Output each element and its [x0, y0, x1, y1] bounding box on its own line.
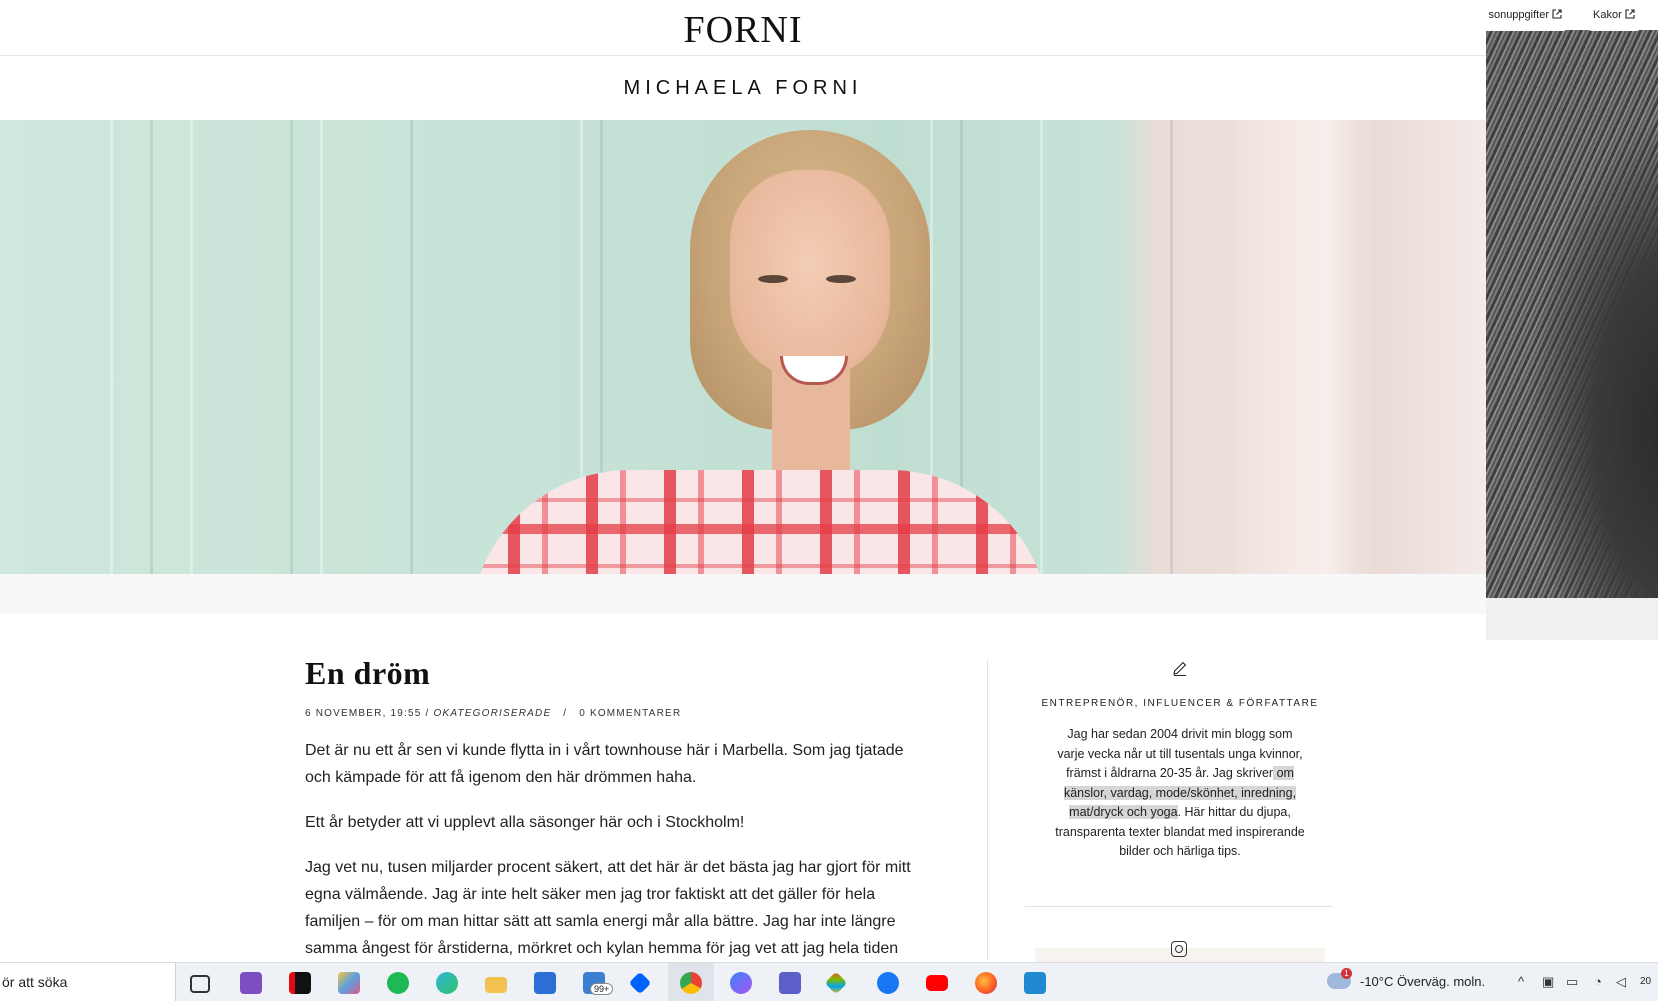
meet-now-icon[interactable]: ▣ [1542, 974, 1554, 990]
clock[interactable]: 20 [1640, 976, 1651, 987]
plaid-dress [470, 470, 1050, 574]
external-link-icon [1552, 9, 1562, 19]
column-divider [987, 660, 988, 960]
facebook-icon[interactable] [877, 972, 899, 994]
bw-hair-photo [1486, 30, 1658, 598]
weather-alert-badge: 1 [1341, 968, 1352, 979]
pencil-icon [1173, 661, 1187, 677]
post-paragraph-3: Jag vet nu, tusen miljarder procent säke… [305, 859, 911, 957]
cookies-link-label: Kakor [1593, 9, 1622, 21]
netflix-icon[interactable] [289, 972, 311, 994]
instagram-icon[interactable] [1171, 941, 1187, 957]
sidebar-title: ENTREPRENÖR, INFLUENCER & FÖRFATTARE [1041, 698, 1319, 709]
wifi-icon[interactable]: ◔ [1594, 974, 1602, 989]
dropbox-icon[interactable] [628, 971, 652, 995]
volume-icon[interactable]: ◁ [1616, 974, 1626, 990]
edge-icon[interactable] [436, 972, 458, 994]
post-meta: 6 NOVEMBER, 19:55 / OKATEGORISERADE / 0 … [305, 708, 915, 719]
post-paragraph-1: Det är nu ett år sen vi kunde flytta in … [305, 742, 904, 786]
sidebar-separator [1025, 906, 1333, 907]
blog-post: En dröm 6 NOVEMBER, 19:55 / OKATEGORISER… [305, 655, 915, 962]
stone-pillar [1236, 120, 1486, 574]
colorful-app-icon[interactable] [824, 971, 848, 995]
right-side-pane: sonuppgifter Kakor [1476, 0, 1658, 962]
blog-page: FORNI MICHAELA FORNI En dröm 6 NOVEMBER,… [0, 0, 1486, 962]
cookies-link[interactable]: Kakor [1583, 0, 1645, 31]
post-comments-link[interactable]: 0 KOMMENTARER [579, 708, 681, 719]
top-bar: FORNI [0, 0, 1486, 56]
chevron-up-icon[interactable]: ^ [1518, 974, 1524, 989]
personal-data-link[interactable]: sonuppgifter [1476, 0, 1572, 31]
personal-data-link-label: sonuppgifter [1488, 9, 1549, 21]
store-icon[interactable] [534, 972, 556, 994]
windows-taskbar: ör att söka 99+ 1 -10°C Överväg. moln. ^… [0, 962, 1658, 1001]
meta-separator: / [563, 708, 568, 719]
external-link-icon [1625, 9, 1635, 19]
copilot-icon[interactable] [730, 972, 752, 994]
chrome-icon[interactable] [680, 972, 702, 994]
woman-face [730, 170, 890, 380]
vscode-icon[interactable] [1024, 972, 1046, 994]
post-paragraph-2: Ett år betyder att vi upplevt alla säson… [305, 814, 745, 831]
visual-studio-icon[interactable] [240, 972, 262, 994]
post-date: 6 NOVEMBER, 19:55 / [305, 708, 430, 719]
post-title[interactable]: En dröm [305, 655, 915, 692]
taskbar-search-input[interactable]: ör att söka [0, 963, 176, 1001]
sidebar-about: ENTREPRENÖR, INFLUENCER & FÖRFATTARE Jag… [1025, 660, 1335, 862]
paint-icon[interactable] [338, 972, 360, 994]
weather-text[interactable]: -10°C Överväg. moln. [1360, 963, 1485, 1001]
youtube-icon[interactable] [926, 975, 948, 991]
post-category-link[interactable]: OKATEGORISERADE [434, 708, 552, 719]
sidebar-about-text: Jag har sedan 2004 drivit min blogg som … [1055, 725, 1305, 862]
site-logo[interactable]: FORNI [0, 8, 1486, 52]
battery-icon[interactable]: ▭ [1566, 974, 1578, 990]
hero-image [0, 120, 1486, 574]
firefox-icon[interactable] [975, 972, 997, 994]
spotify-icon[interactable] [387, 972, 409, 994]
about-text-start: Jag har sedan 2004 drivit min blogg som … [1057, 727, 1303, 780]
teams-icon[interactable] [779, 972, 801, 994]
grey-band [0, 574, 1486, 614]
blog-title[interactable]: MICHAELA FORNI [0, 56, 1486, 120]
file-explorer-icon[interactable] [485, 977, 507, 993]
right-grey-band [1486, 598, 1658, 640]
mail-badge: 99+ [590, 983, 614, 995]
task-view-icon[interactable] [190, 975, 210, 993]
